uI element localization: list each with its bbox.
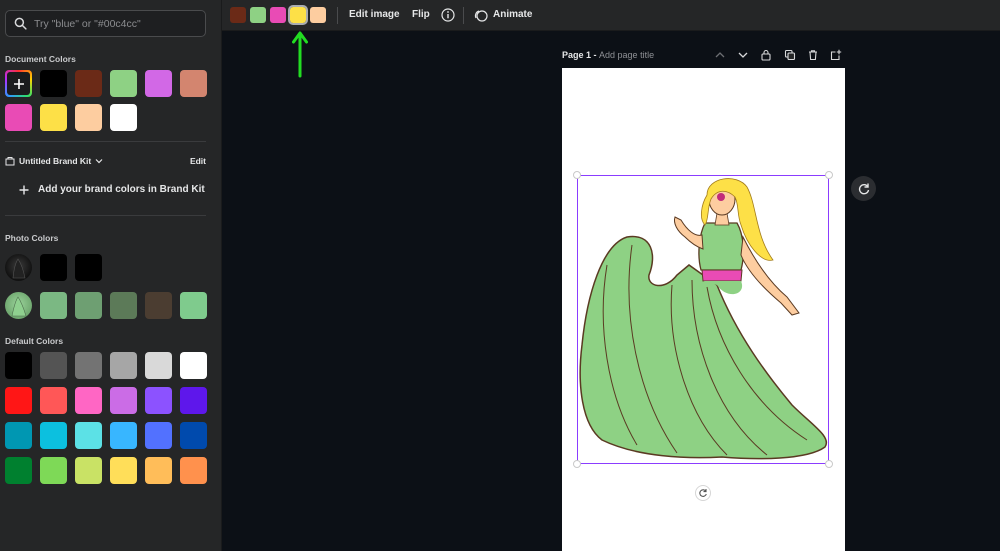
document-color-swatch[interactable]: [180, 70, 207, 97]
default-color-swatch[interactable]: [40, 422, 67, 449]
plus-icon: [19, 185, 29, 194]
photo-thumbnail[interactable]: [5, 254, 32, 281]
trash-icon[interactable]: [807, 49, 819, 61]
flip-button[interactable]: Flip: [412, 9, 430, 20]
chevron-up-icon[interactable]: [714, 49, 726, 61]
animate-icon: [474, 10, 488, 22]
toolbar-color-swatch[interactable]: [288, 5, 308, 25]
toolbar-color-swatch[interactable]: [230, 7, 246, 23]
brand-kit-icon: [5, 157, 15, 166]
brand-kit-row: Untitled Brand Kit Edit: [5, 154, 206, 168]
divider: [463, 7, 464, 24]
default-color-swatch[interactable]: [145, 352, 172, 379]
document-colors-heading: Document Colors: [5, 54, 76, 64]
plus-icon: [13, 78, 24, 89]
document-color-swatch[interactable]: [75, 70, 102, 97]
photo-color-swatch[interactable]: [145, 292, 172, 319]
duplicate-icon[interactable]: [784, 49, 796, 61]
selection-box[interactable]: [577, 175, 829, 464]
photo-thumbnail-icon: [12, 258, 26, 279]
info-icon[interactable]: [441, 8, 455, 22]
resize-handle[interactable]: [573, 171, 581, 179]
photo-color-swatch[interactable]: [110, 292, 137, 319]
default-color-swatch[interactable]: [110, 387, 137, 414]
lock-icon[interactable]: [760, 49, 772, 61]
page-label: Page 1: [562, 50, 592, 60]
refresh-icon: [858, 183, 869, 194]
document-color-swatch[interactable]: [145, 70, 172, 97]
divider: [337, 7, 338, 24]
default-color-swatch[interactable]: [180, 387, 207, 414]
divider: [5, 141, 206, 142]
photo-thumbnail[interactable]: [5, 292, 32, 319]
page-title-separator: -: [591, 50, 600, 60]
add-brand-colors-label: Add your brand colors in Brand Kit: [38, 184, 205, 195]
search-icon: [14, 17, 27, 30]
default-color-swatch[interactable]: [75, 422, 102, 449]
chevron-down-icon: [95, 159, 103, 164]
rotate-handle[interactable]: [695, 485, 711, 501]
default-color-swatch[interactable]: [40, 352, 67, 379]
regenerate-button[interactable]: [851, 176, 876, 201]
add-page-icon[interactable]: [830, 49, 842, 61]
default-color-swatch[interactable]: [180, 422, 207, 449]
toolbar-color-swatch[interactable]: [310, 7, 326, 23]
default-color-swatch[interactable]: [75, 387, 102, 414]
default-color-swatch[interactable]: [145, 457, 172, 484]
document-color-swatch[interactable]: [110, 104, 137, 131]
default-color-swatch[interactable]: [5, 457, 32, 484]
divider: [5, 215, 206, 216]
rotate-icon: [699, 489, 707, 497]
default-color-swatch[interactable]: [75, 457, 102, 484]
photo-color-swatch[interactable]: [40, 292, 67, 319]
default-color-swatch[interactable]: [40, 387, 67, 414]
resize-handle[interactable]: [825, 460, 833, 468]
add-color-button[interactable]: [5, 70, 32, 97]
default-color-swatch[interactable]: [110, 422, 137, 449]
photo-color-swatch[interactable]: [75, 254, 102, 281]
color-panel: Document Colors Untitled Brand Kit Edit …: [0, 0, 222, 551]
toolbar-color-swatch[interactable]: [250, 7, 266, 23]
add-brand-colors-button[interactable]: Add your brand colors in Brand Kit: [19, 184, 205, 195]
default-color-swatch[interactable]: [180, 352, 207, 379]
document-color-swatch[interactable]: [75, 104, 102, 131]
default-color-swatch[interactable]: [110, 352, 137, 379]
brand-kit-edit-button[interactable]: Edit: [190, 156, 206, 166]
default-color-swatch[interactable]: [75, 352, 102, 379]
default-color-swatch[interactable]: [5, 352, 32, 379]
default-color-swatch[interactable]: [5, 422, 32, 449]
photo-color-swatch[interactable]: [75, 292, 102, 319]
photo-colors-heading: Photo Colors: [5, 233, 59, 243]
default-color-swatch[interactable]: [145, 422, 172, 449]
default-color-swatch[interactable]: [110, 457, 137, 484]
top-toolbar: Edit image Flip Animate: [222, 0, 1000, 31]
default-color-swatch[interactable]: [180, 457, 207, 484]
annotation-arrow-icon: [292, 31, 308, 78]
toolbar-color-swatch[interactable]: [270, 7, 286, 23]
page-title-input[interactable]: Add page title: [599, 50, 654, 60]
resize-handle[interactable]: [573, 460, 581, 468]
default-colors-heading: Default Colors: [5, 336, 64, 346]
default-color-swatch[interactable]: [145, 387, 172, 414]
document-color-swatch[interactable]: [5, 104, 32, 131]
resize-handle[interactable]: [825, 171, 833, 179]
document-color-swatch[interactable]: [40, 70, 67, 97]
default-color-swatch[interactable]: [40, 457, 67, 484]
animate-button[interactable]: Animate: [493, 9, 532, 20]
default-color-swatch[interactable]: [5, 387, 32, 414]
brand-kit-selector[interactable]: Untitled Brand Kit: [5, 156, 103, 166]
color-search-box[interactable]: [5, 10, 206, 37]
page-title: Page 1 - Add page title: [562, 50, 654, 60]
edit-image-button[interactable]: Edit image: [349, 9, 400, 20]
photo-thumbnail-icon: [11, 296, 27, 317]
chevron-down-icon[interactable]: [737, 49, 749, 61]
document-color-swatch[interactable]: [110, 70, 137, 97]
photo-color-swatch[interactable]: [180, 292, 207, 319]
color-search-input[interactable]: [34, 17, 204, 30]
brand-kit-name: Untitled Brand Kit: [19, 156, 92, 166]
editor-app: Document Colors Untitled Brand Kit Edit …: [0, 0, 1000, 551]
photo-color-swatch[interactable]: [40, 254, 67, 281]
document-color-swatch[interactable]: [40, 104, 67, 131]
